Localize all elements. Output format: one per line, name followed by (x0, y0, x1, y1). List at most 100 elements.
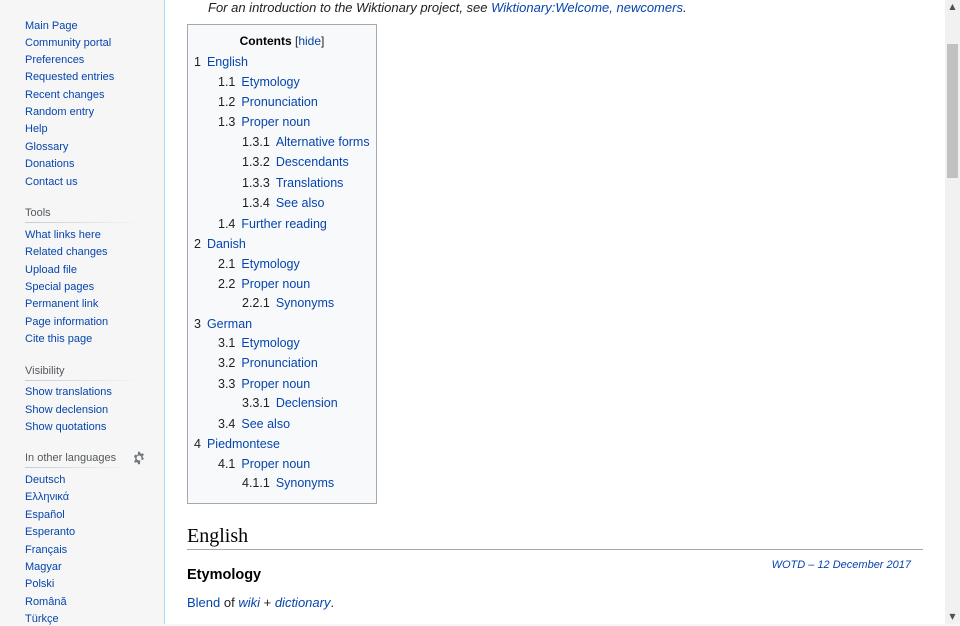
toc-item-number: 2.1 (218, 257, 236, 271)
toc-item-label: Etymology (241, 336, 300, 350)
sidebar-lang-esperanto[interactable]: Esperanto (25, 525, 75, 539)
sidebar-link-permanent-link[interactable]: Permanent link (25, 297, 98, 311)
toc-item-label: Translations (275, 176, 344, 190)
intro-hatnote: For an introduction to the Wiktionary pr… (208, 0, 687, 16)
visibility-divider (25, 380, 143, 381)
sidebar: Main Page Community portal Preferences R… (0, 0, 164, 625)
toc-item[interactable]: 1.4 Further reading (218, 217, 327, 232)
toc-item[interactable]: 3.3.1 Declension (242, 396, 338, 411)
toc-item-number: 2.2.1 (242, 296, 270, 310)
toc-item-label: Further reading (241, 217, 327, 231)
toc-item-number: 3.3 (218, 377, 236, 391)
toc-item-label: Descendants (275, 155, 349, 169)
toc-item-label: English (206, 55, 248, 69)
toc-item-number: 2 (194, 237, 201, 251)
sidebar-link-main-page[interactable]: Main Page (25, 19, 78, 33)
sidebar-link-upload-file[interactable]: Upload file (25, 263, 77, 277)
toc-item[interactable]: 4.1.1 Synonyms (242, 476, 334, 491)
para-text-of: of (220, 595, 239, 610)
toc-item[interactable]: 2.1 Etymology (218, 257, 300, 272)
sidebar-link-preferences[interactable]: Preferences (25, 53, 84, 67)
sidebar-lang-francais[interactable]: Français (25, 543, 67, 557)
para-text-end: . (330, 595, 335, 610)
welcome-newcomers-link[interactable]: Wiktionary:Welcome, newcomers (491, 0, 683, 15)
toc-item[interactable]: 3.4 See also (218, 417, 290, 432)
sidebar-lang-greek[interactable]: Ελληνικά (25, 490, 69, 504)
toc-item[interactable]: 1.3.4 See also (242, 196, 324, 211)
toc-item[interactable]: 1.3.1 Alternative forms (242, 135, 370, 150)
toc-item-label: Etymology (241, 257, 300, 271)
toc-item[interactable]: 3.3 Proper noun (218, 377, 310, 392)
para-text-plus: + (260, 595, 275, 610)
toc-item-number: 1.3.4 (242, 196, 270, 210)
sidebar-lang-polski[interactable]: Polski (25, 577, 54, 591)
sidebar-link-page-information[interactable]: Page information (25, 315, 108, 329)
sidebar-lang-espanol[interactable]: Español (25, 508, 65, 522)
toc-item[interactable]: 2.2.1 Synonyms (242, 296, 334, 311)
toc-item-label: Pronunciation (241, 95, 318, 109)
sidebar-link-help[interactable]: Help (25, 122, 48, 136)
toc-bracket-close: ] (321, 34, 325, 48)
sidebar-lang-magyar[interactable]: Magyar (25, 560, 62, 574)
toc-item-label: Synonyms (275, 296, 335, 310)
sidebar-link-show-declension[interactable]: Show declension (25, 403, 108, 417)
sidebar-link-related-changes[interactable]: Related changes (25, 245, 108, 259)
toc-item-label: See also (275, 196, 325, 210)
sidebar-lang-romana[interactable]: Română (25, 595, 67, 609)
sidebar-link-random-entry[interactable]: Random entry (25, 105, 94, 119)
toc-item-number: 4.1.1 (242, 476, 270, 490)
sidebar-link-cite-this-page[interactable]: Cite this page (25, 332, 92, 346)
toc-item-label: Proper noun (241, 277, 311, 291)
wiki-link[interactable]: wiki (238, 595, 260, 610)
tools-heading: Tools (25, 207, 51, 219)
vertical-scrollbar[interactable]: ▲ ▼ (945, 0, 960, 624)
toc-item-label: See also (241, 417, 291, 431)
toc-item-number: 1.3.3 (242, 176, 270, 190)
dictionary-link[interactable]: dictionary (275, 595, 331, 610)
toc-item[interactable]: 1.3.3 Translations (242, 176, 343, 191)
toc-hide-toggle[interactable]: hide (298, 34, 321, 48)
toc-item-number: 4.1 (218, 457, 236, 471)
scroll-up-arrow[interactable]: ▲ (945, 0, 960, 14)
toc-item-number: 1.4 (218, 217, 236, 231)
sidebar-link-show-translations[interactable]: Show translations (25, 385, 112, 399)
toc-item[interactable]: 1 English (194, 55, 248, 70)
toc-item[interactable]: 3.2 Pronunciation (218, 356, 318, 371)
sidebar-link-what-links-here[interactable]: What links here (25, 228, 101, 242)
toc-item-number: 4 (194, 437, 201, 451)
toc-item[interactable]: 2.2 Proper noun (218, 277, 310, 292)
sidebar-link-recent-changes[interactable]: Recent changes (25, 88, 105, 102)
gear-icon[interactable] (132, 451, 146, 465)
sidebar-lang-deutsch[interactable]: Deutsch (25, 473, 65, 487)
scroll-down-arrow[interactable]: ▼ (945, 610, 960, 624)
toc-item[interactable]: 1.3 Proper noun (218, 115, 310, 130)
toc-item-number: 1.1 (218, 75, 236, 89)
toc-item[interactable]: 1.2 Pronunciation (218, 95, 318, 110)
toc-item[interactable]: 1.3.2 Descendants (242, 155, 349, 170)
toc-item-label: Proper noun (241, 457, 311, 471)
table-of-contents: Contents [hide] 1 English 1.1 Etymology 1.2 P… (187, 24, 377, 504)
toc-item[interactable]: 4.1 Proper noun (218, 457, 310, 472)
toc-item-label: Proper noun (241, 377, 311, 391)
scrollbar-thumb[interactable] (947, 44, 958, 178)
toc-title: Contents [hide] (188, 34, 376, 48)
sidebar-link-special-pages[interactable]: Special pages (25, 280, 94, 294)
toc-item-number: 1.2 (218, 95, 236, 109)
heading-divider (187, 549, 923, 550)
sidebar-link-show-quotations[interactable]: Show quotations (25, 420, 106, 434)
wotd-link[interactable]: WOTD – 12 December 2017 (772, 559, 911, 571)
sidebar-link-glossary[interactable]: Glossary (25, 140, 68, 154)
toc-item[interactable]: 1.1 Etymology (218, 75, 300, 90)
sidebar-link-requested-entries[interactable]: Requested entries (25, 70, 114, 84)
sidebar-link-donations[interactable]: Donations (25, 157, 75, 171)
toc-item[interactable]: 3 German (194, 317, 252, 332)
toc-item-label: Proper noun (241, 115, 311, 129)
languages-divider (25, 467, 129, 468)
blend-link[interactable]: Blend (187, 595, 220, 610)
sidebar-link-contact-us[interactable]: Contact us (25, 175, 78, 189)
toc-item[interactable]: 2 Danish (194, 237, 246, 252)
sidebar-link-community-portal[interactable]: Community portal (25, 36, 111, 50)
toc-item[interactable]: 4 Piedmontese (194, 437, 280, 452)
toc-item-label: Etymology (241, 75, 300, 89)
toc-item[interactable]: 3.1 Etymology (218, 336, 300, 351)
